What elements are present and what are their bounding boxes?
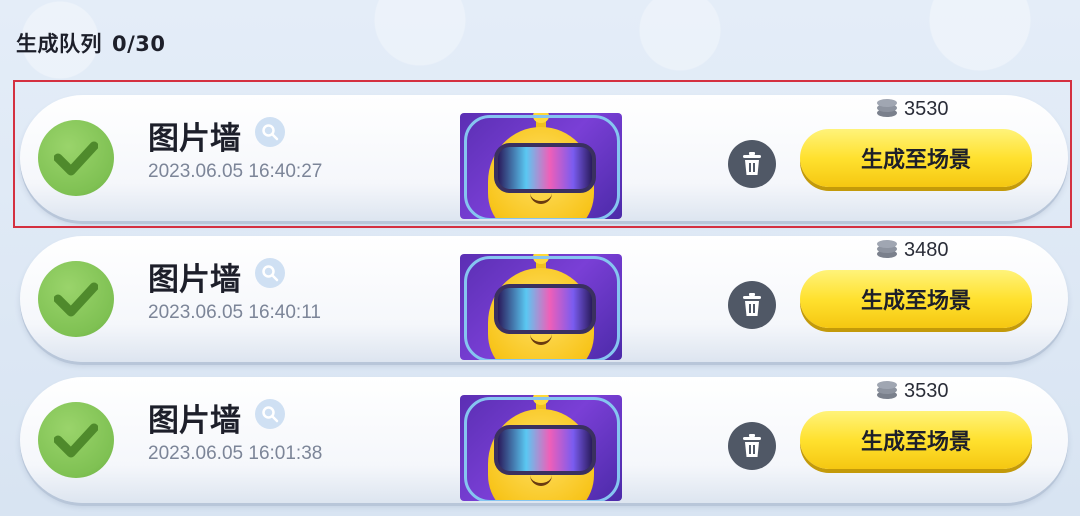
coin-icon bbox=[877, 99, 897, 117]
queue-count: 0/30 bbox=[112, 32, 166, 56]
coin-icon bbox=[877, 240, 897, 258]
check-icon bbox=[38, 120, 114, 196]
item-thumbnail[interactable] bbox=[460, 395, 622, 501]
cost-label: 3530 bbox=[876, 98, 949, 121]
generate-to-scene-button[interactable]: 生成至场景 bbox=[800, 270, 1032, 328]
search-icon[interactable] bbox=[255, 117, 285, 147]
item-timestamp: 2023.06.05 16:40:27 bbox=[148, 161, 323, 182]
coin-icon bbox=[877, 381, 897, 399]
cost-value: 3530 bbox=[904, 380, 949, 402]
trash-icon[interactable] bbox=[728, 281, 776, 329]
item-title: 图片墙 bbox=[148, 121, 241, 157]
generate-to-scene-button[interactable]: 生成至场景 bbox=[800, 411, 1032, 469]
trash-icon[interactable] bbox=[728, 140, 776, 188]
queue-header: 生成队列 0/30 bbox=[16, 28, 166, 58]
cost-value: 3530 bbox=[904, 98, 949, 120]
trash-icon[interactable] bbox=[728, 422, 776, 470]
check-icon bbox=[38, 261, 114, 337]
item-title: 图片墙 bbox=[148, 262, 241, 298]
search-icon[interactable] bbox=[255, 399, 285, 429]
check-icon bbox=[38, 402, 114, 478]
queue-item[interactable]: 图片墙 2023.06.05 16:01:38 3530 生成至场景 bbox=[20, 377, 1068, 503]
cost-label: 3480 bbox=[876, 239, 949, 262]
generate-to-scene-button[interactable]: 生成至场景 bbox=[800, 129, 1032, 187]
item-thumbnail[interactable] bbox=[460, 254, 622, 360]
queue-title: 生成队列 bbox=[16, 32, 102, 56]
queue-item[interactable]: 图片墙 2023.06.05 16:40:11 3480 生成至场景 bbox=[20, 236, 1068, 362]
item-timestamp: 2023.06.05 16:01:38 bbox=[148, 443, 323, 464]
item-thumbnail[interactable] bbox=[460, 113, 622, 219]
cost-value: 3480 bbox=[904, 239, 949, 261]
item-timestamp: 2023.06.05 16:40:11 bbox=[148, 302, 321, 323]
queue-item[interactable]: 图片墙 2023.06.05 16:40:27 3530 生成至场景 bbox=[20, 95, 1068, 221]
cost-label: 3530 bbox=[876, 380, 949, 403]
search-icon[interactable] bbox=[255, 258, 285, 288]
item-title: 图片墙 bbox=[148, 403, 241, 439]
